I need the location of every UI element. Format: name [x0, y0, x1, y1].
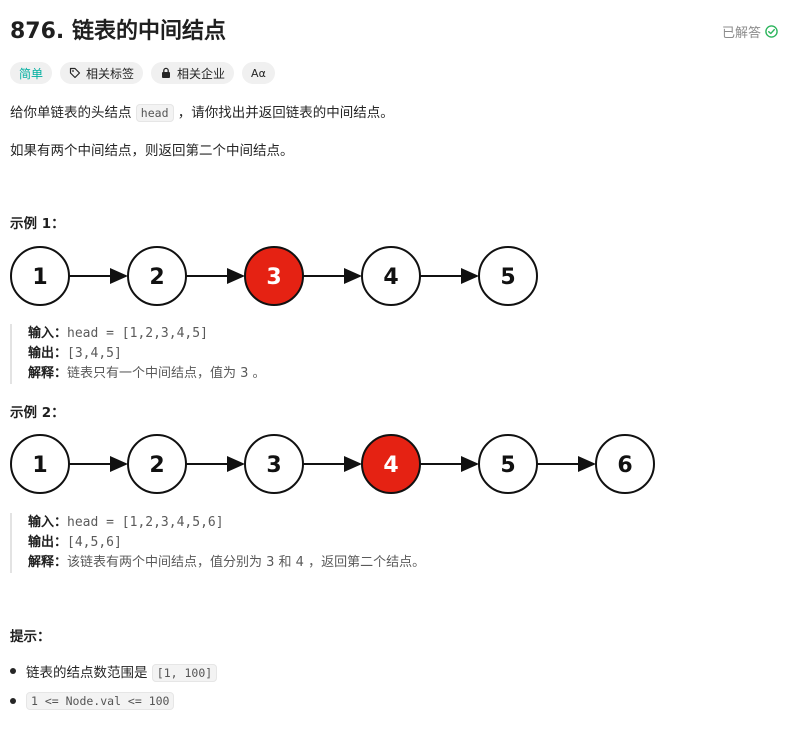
input-value: head = [1,2,3,4,5] — [67, 326, 208, 341]
hint-item-2: 1 <= Node.val <= 100 — [10, 692, 175, 710]
related-companies-button[interactable]: 相关企业 — [151, 62, 235, 84]
explain-label: 解释： — [28, 366, 68, 381]
node-value-label: 1 — [32, 453, 47, 478]
hints-title: 提示： — [10, 629, 51, 645]
explain-label: 解释： — [28, 555, 68, 570]
output-label: 输出： — [28, 535, 68, 550]
problem-title[interactable]: 876. 链表的中间结点 — [10, 19, 226, 44]
example-1-block: 输入：head = [1,2,3,4,5] 输出：[3,4,5] 解释：链表只有… — [10, 324, 266, 384]
output-value: [4,5,6] — [67, 535, 122, 550]
related-tags-label: 相关标签 — [86, 66, 135, 81]
example-1-title: 示例 1： — [10, 216, 65, 232]
example-2-linked-list-diagram: 1 2 3 4 5 6 — [10, 434, 655, 494]
check-circle-icon — [765, 25, 778, 38]
description-paragraph-2: 如果有两个中间结点，则返回第二个中间结点。 — [10, 143, 294, 159]
node-value-label: 5 — [500, 453, 515, 478]
example-1-linked-list-diagram: 1 2 3 4 5 — [10, 246, 538, 306]
explain-text: 该链表有两个中间结点，值分别为 3 和 4 ，返回第二个结点。 — [67, 555, 426, 570]
description-text: 给你单链表的头结点 — [10, 105, 132, 121]
bullet-dot — [10, 668, 16, 674]
description-paragraph-1: 给你单链表的头结点 head ，请你找出并返回链表的中间结点。 — [10, 101, 394, 122]
input-label: 输入： — [28, 326, 68, 341]
lock-icon — [162, 67, 171, 78]
node-value-label: 1 — [32, 265, 47, 290]
solved-label: 已解答 — [721, 26, 761, 41]
node-value-label: 5 — [500, 265, 515, 290]
solved-status: 已解答 — [722, 22, 778, 41]
output-value: [3,4,5] — [67, 346, 122, 361]
node-value-label: 3 — [266, 453, 281, 478]
hint-code: [1, 100] — [151, 664, 218, 682]
title-row: 876. 链表的中间结点 已解答 — [10, 14, 778, 50]
related-tags-button[interactable]: 相关标签 — [60, 62, 144, 84]
description-text: ，请你找出并返回链表的中间结点。 — [177, 105, 394, 121]
output-label: 输出： — [28, 346, 68, 361]
difficulty-label: 简单 — [19, 66, 44, 81]
input-value: head = [1,2,3,4,5,6] — [67, 515, 224, 530]
bullet-dot — [10, 698, 16, 704]
hint-item-1: 链表的结点数范围是 [1, 100] — [10, 661, 218, 682]
hint-text: 链表的结点数范围是 — [26, 665, 148, 681]
example-2-title: 示例 2： — [10, 405, 65, 421]
node-value-label: 2 — [149, 265, 164, 290]
input-label: 输入： — [28, 515, 68, 530]
tag-bar: 简单 相关标签 相关企业 Aα — [10, 62, 275, 84]
node-value-label: 6 — [617, 453, 632, 478]
translate-icon: Aα — [251, 66, 266, 80]
related-companies-label: 相关企业 — [177, 66, 226, 81]
node-value-label: 2 — [149, 453, 164, 478]
explain-text: 链表只有一个中间结点，值为 3 。 — [67, 366, 266, 381]
inline-code: head — [135, 104, 174, 122]
translate-button[interactable]: Aα — [242, 62, 275, 84]
tag-icon — [69, 67, 81, 79]
difficulty-tag[interactable]: 简单 — [10, 62, 53, 84]
example-2-block: 输入：head = [1,2,3,4,5,6] 输出：[4,5,6] 解释：该链… — [10, 513, 425, 573]
node-value-label: 3 — [266, 265, 281, 290]
hint-code: 1 <= Node.val <= 100 — [26, 692, 175, 710]
node-value-label: 4 — [383, 453, 398, 478]
node-value-label: 4 — [383, 265, 398, 290]
